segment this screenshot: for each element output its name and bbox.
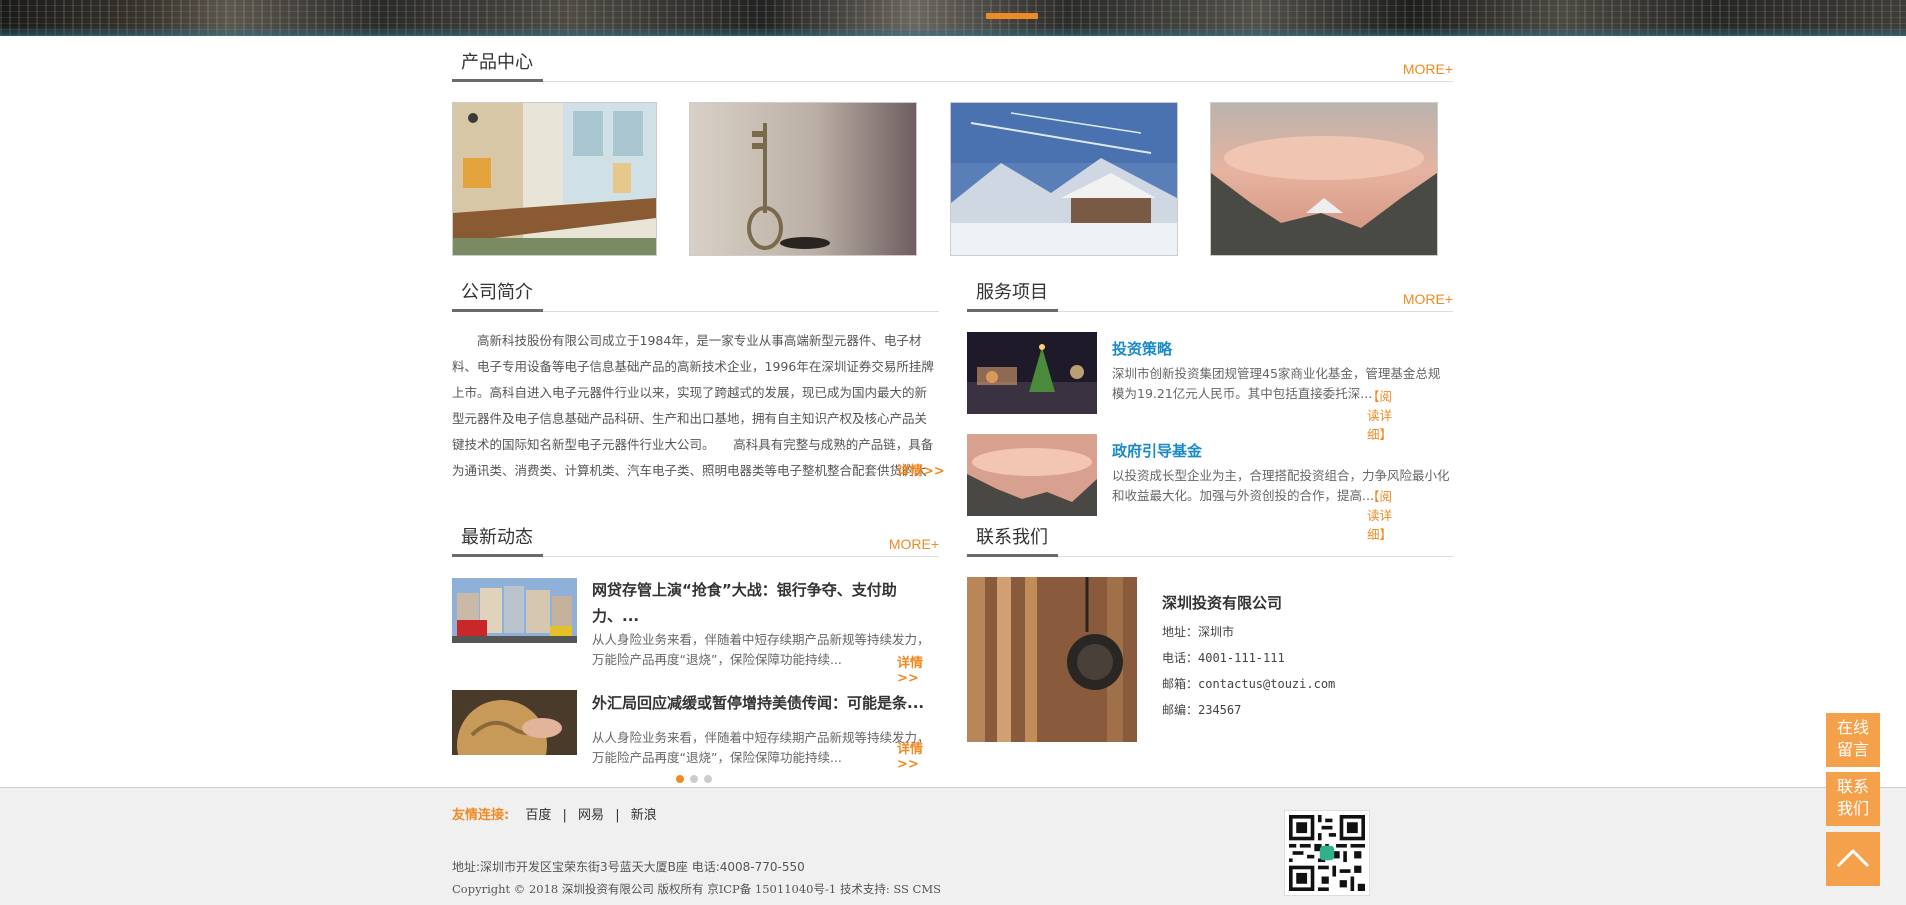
news-title[interactable]: 外汇局回应减缓或暂停增持美债传闻：可能是条...: [592, 690, 937, 716]
contact-us-button[interactable]: 联系我们: [1826, 772, 1880, 826]
service-image-mountain: [967, 434, 1097, 516]
friend-link-sina[interactable]: 新浪: [631, 808, 657, 823]
product-image-cafe[interactable]: [452, 102, 657, 256]
news-title[interactable]: 网贷存管上演“抢食”大战：银行争夺、支付助力、...: [592, 577, 937, 629]
footer: 友情连接: 百度 | 网易 | 新浪 地址:深圳市开发区宝荣东街3号蓝天大厦B座…: [0, 787, 1906, 905]
contact-address: 地址：深圳市: [1162, 625, 1235, 639]
news-desc-text: 从人身险业务来看，伴随着中短存续期产品新规等持续发力，万能险产品再度“退烧”，保…: [592, 632, 930, 667]
news-carousel-dots: [676, 768, 718, 787]
news-image-street: [452, 578, 577, 643]
cafe-image: [453, 103, 656, 255]
footer-address: 地址:深圳市开发区宝荣东街3号蓝天大厦B座 电话:4008-770-550: [452, 860, 805, 874]
news-desc: 从人身险业务来看，伴随着中短存续期产品新规等持续发力，万能险产品再度“退烧”，保…: [592, 630, 937, 670]
friend-links-label: 友情连接:: [452, 808, 510, 823]
news-section-header: 最新动态 MORE+: [452, 523, 939, 557]
chevron-up-icon: [1836, 848, 1870, 868]
product-more-link[interactable]: MORE+: [1403, 61, 1453, 77]
news-section-title: 最新动态: [452, 523, 543, 557]
banner-skyline: [0, 26, 1906, 36]
contact-us-label: 联系我们: [1836, 777, 1869, 818]
news-detail-link[interactable]: 详情>>: [897, 738, 939, 772]
carousel-dot-active[interactable]: [676, 775, 684, 783]
qr-code: [1284, 810, 1370, 896]
about-section-title: 公司简介: [452, 278, 543, 312]
services-section-title: 服务项目: [967, 278, 1058, 312]
product-section-title: 产品中心: [452, 48, 543, 82]
news-more-link[interactable]: MORE+: [889, 536, 939, 552]
service-desc: 深圳市创新投资集团规管理45家商业化基金，管理基金总规模为19.21亿元人民币。…: [1112, 364, 1452, 404]
contact-email: 邮箱：contactus@touzi.com: [1162, 677, 1336, 691]
friend-link-baidu[interactable]: 百度: [525, 808, 551, 823]
contact-company: 深圳投资有限公司: [1162, 594, 1283, 612]
service-desc: 以投资成长型企业为主，合理搭配投资组合，力争风险最小化和收益最大化。加强与外资创…: [1112, 466, 1452, 506]
key-image: [690, 103, 916, 255]
mountain-image: [1211, 103, 1437, 255]
product-section-header: 产品中心 MORE+: [452, 48, 1453, 82]
back-to-top-button[interactable]: [1826, 832, 1880, 886]
online-message-button[interactable]: 在线留言: [1826, 713, 1880, 767]
snow-cabin-image: [951, 103, 1177, 255]
link-separator: |: [562, 808, 567, 823]
qr-code-icon: [1289, 815, 1365, 891]
product-image-snow-cabin[interactable]: [950, 102, 1178, 256]
service-image-night-plaza: [967, 332, 1097, 414]
footer-copyright: Copyright © 2018 深圳投资有限公司 版权所有 京ICP备 150…: [452, 882, 942, 896]
news-item[interactable]: 网贷存管上演“抢食”大战：银行争夺、支付助力、... 从人身险业务来看，伴随着中…: [452, 577, 939, 686]
friend-links: 友情连接: 百度 | 网易 | 新浪: [452, 804, 657, 823]
about-section-header: 公司简介: [452, 278, 939, 312]
contact-phone: 电话：4001-111-111: [1162, 651, 1285, 665]
carousel-dot[interactable]: [704, 775, 712, 783]
contact-section-title: 联系我们: [967, 523, 1058, 557]
link-separator: |: [615, 808, 620, 823]
carousel-dot[interactable]: [690, 775, 698, 783]
banner-slide-indicator[interactable]: [986, 13, 1038, 19]
about-detail-link[interactable]: 详情>>: [897, 460, 945, 479]
product-image-mountain[interactable]: [1210, 102, 1438, 256]
online-message-label: 在线留言: [1836, 718, 1869, 759]
contact-zip: 邮编：234567: [1162, 703, 1242, 717]
services-section-header: 服务项目 MORE+: [967, 278, 1453, 312]
top-banner: [0, 0, 1906, 36]
about-text: 高新科技股份有限公司成立于1984年，是一家专业从事高端新型元器件、电子材料、电…: [452, 328, 938, 484]
about-paragraph: 高新科技股份有限公司成立于1984年，是一家专业从事高端新型元器件、电子材料、电…: [452, 333, 934, 478]
product-image-key[interactable]: [689, 102, 917, 256]
news-detail-link[interactable]: 详情>>: [897, 652, 939, 686]
service-read-more[interactable]: 【阅读详细】: [1367, 386, 1392, 443]
news-desc: 从人身险业务来看，伴随着中短存续期产品新规等持续发力，万能险产品再度“退烧”，保…: [592, 728, 937, 768]
services-more-link[interactable]: MORE+: [1403, 291, 1453, 307]
news-desc-text: 从人身险业务来看，伴随着中短存续期产品新规等持续发力，万能险产品再度“退烧”，保…: [592, 730, 930, 765]
news-item[interactable]: 外汇局回应减缓或暂停增持美债传闻：可能是条... 从人身险业务来看，伴随着中短存…: [452, 690, 939, 772]
contact-image-lantern: [967, 577, 1137, 742]
friend-link-netease[interactable]: 网易: [578, 808, 604, 823]
service-title[interactable]: 投资策略: [1112, 338, 1452, 359]
contact-section-header: 联系我们: [967, 523, 1453, 557]
service-title[interactable]: 政府引导基金: [1112, 440, 1452, 461]
service-desc-text: 以投资成长型企业为主，合理搭配投资组合，力争风险最小化和收益最大化。加强与外资创…: [1112, 468, 1450, 503]
news-image-globe: [452, 690, 577, 755]
